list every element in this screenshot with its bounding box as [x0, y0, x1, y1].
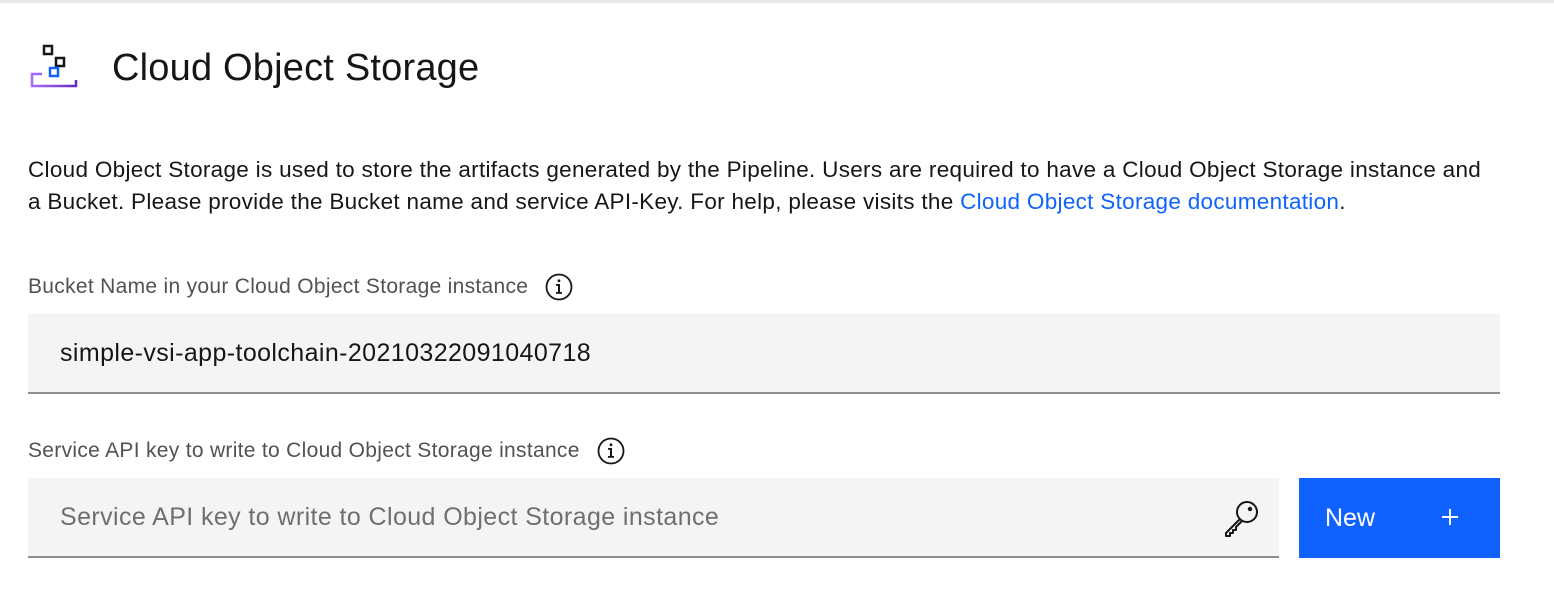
bucket-name-label: Bucket Name in your Cloud Object Storage… [28, 275, 529, 298]
api-key-input[interactable] [28, 478, 1279, 558]
api-key-label: Service API key to write to Cloud Object… [28, 439, 580, 462]
page-title: Cloud Object Storage [112, 46, 480, 89]
new-api-key-button[interactable]: New [1299, 478, 1500, 558]
info-icon[interactable] [544, 272, 574, 302]
documentation-link[interactable]: Cloud Object Storage documentation [960, 189, 1339, 214]
plus-icon [1442, 509, 1458, 525]
bucket-name-label-row: Bucket Name in your Cloud Object Storage… [28, 270, 574, 304]
top-divider [0, 0, 1554, 3]
info-icon[interactable] [596, 436, 626, 466]
api-key-label-row: Service API key to write to Cloud Object… [28, 434, 626, 468]
cloud-object-storage-icon [30, 44, 78, 88]
key-icon[interactable] [1221, 498, 1261, 538]
description-trailing: . [1339, 189, 1346, 214]
page-header: Cloud Object Storage [28, 40, 479, 96]
bucket-name-input[interactable] [28, 314, 1500, 394]
description-text: Cloud Object Storage is used to store th… [28, 154, 1488, 218]
new-button-label: New [1325, 503, 1376, 532]
